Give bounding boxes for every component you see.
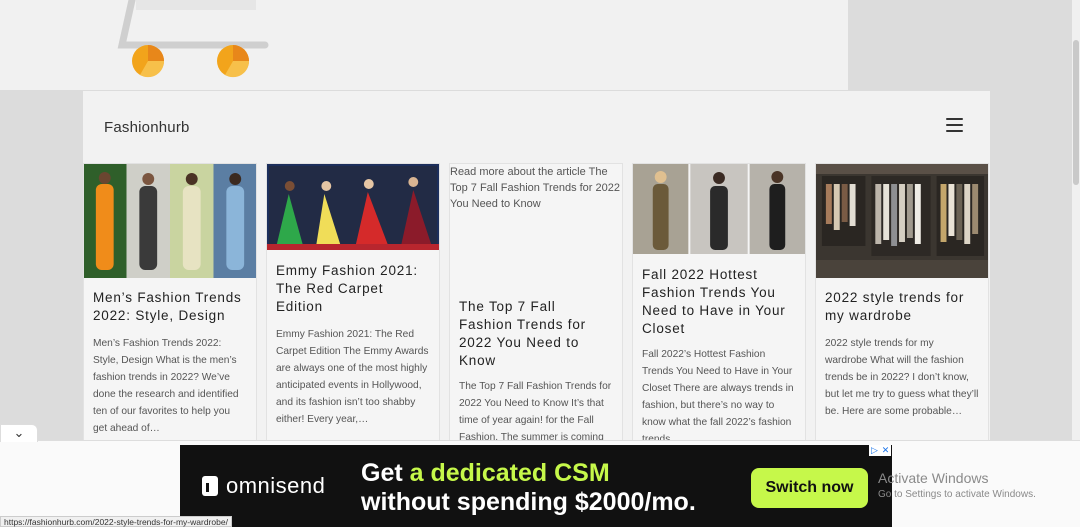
post-excerpt: 2022 style trends for my wardrobe What w… — [825, 338, 979, 417]
post-thumbnail[interactable] — [816, 164, 988, 278]
ad-choices[interactable]: ▷ ✕ — [869, 445, 891, 456]
post-thumbnail[interactable] — [84, 164, 256, 278]
post-excerpt: Men’s Fashion Trends 2022: Style, Design… — [93, 338, 239, 434]
post-card[interactable]: Emmy Fashion 2021: The Red Carpet Editio… — [266, 163, 440, 453]
post-title[interactable]: 2022 style trends for my wardrobe — [816, 289, 988, 325]
ad-brand: omnisend — [226, 473, 326, 498]
broken-thumbnail[interactable]: Read more about the article The Top 7 Fa… — [450, 164, 622, 278]
hamburger-menu-icon[interactable] — [946, 118, 963, 132]
status-bar-url: https://fashionhurb.com/2022-style-trend… — [0, 516, 232, 527]
hero-banner — [0, 0, 848, 90]
watermark-title: Activate Windows — [878, 470, 989, 486]
watermark-subtitle: Go to Settings to activate Windows. — [878, 489, 1036, 500]
post-title[interactable]: Men’s Fashion Trends 2022: Style, Design — [84, 289, 256, 325]
hero-background — [848, 0, 1080, 90]
post-card[interactable]: Fall 2022 Hottest Fashion Trends You Nee… — [632, 163, 806, 453]
site-brand[interactable]: Fashionhurb — [104, 119, 190, 136]
ad-headline: Get a dedicated CSM without spending $20… — [361, 459, 696, 517]
post-excerpt: Fall 2022’s Hottest Fashion Trends You N… — [642, 349, 794, 445]
scrollbar-thumb[interactable] — [1073, 40, 1079, 185]
ad-headline-pre: Get — [361, 459, 410, 487]
main-content: Fashionhurb Men’s Fashion Trends 2022: S… — [83, 91, 990, 453]
switch-now-button[interactable]: Switch now — [751, 468, 868, 508]
close-icon[interactable]: ✕ — [880, 445, 891, 456]
post-title[interactable]: Emmy Fashion 2021: The Red Carpet Editio… — [267, 262, 439, 316]
windows-watermark: Activate Windows Go to Settings to activ… — [878, 470, 1036, 500]
ad-logo: omnisend — [202, 473, 325, 499]
shopping-cart-illustration — [117, 0, 269, 78]
navbar: Fashionhurb — [83, 91, 990, 163]
post-thumbnail[interactable] — [267, 164, 439, 250]
post-card[interactable]: Men’s Fashion Trends 2022: Style, Design… — [83, 163, 257, 453]
post-title[interactable]: Fall 2022 Hottest Fashion Trends You Nee… — [633, 266, 805, 338]
post-card[interactable]: 2022 style trends for my wardrobe 2022 s… — [815, 163, 989, 453]
post-thumbnail[interactable] — [633, 164, 805, 254]
omnisend-icon — [202, 476, 218, 496]
ad-headline-highlight: a dedicated CSM — [409, 459, 610, 487]
ad-headline-line2: without spending $2000/mo. — [361, 488, 696, 516]
chevron-down-icon[interactable]: ⌄ — [0, 424, 38, 442]
adchoices-icon[interactable]: ▷ — [869, 445, 880, 456]
banner-ad[interactable]: omnisend Get a dedicated CSM without spe… — [180, 445, 892, 527]
post-excerpt: Emmy Fashion 2021: The Red Carpet Editio… — [276, 329, 429, 425]
post-card[interactable]: Read more about the article The Top 7 Fa… — [449, 163, 623, 453]
post-title[interactable]: The Top 7 Fall Fashion Trends for 2022 Y… — [450, 298, 622, 370]
